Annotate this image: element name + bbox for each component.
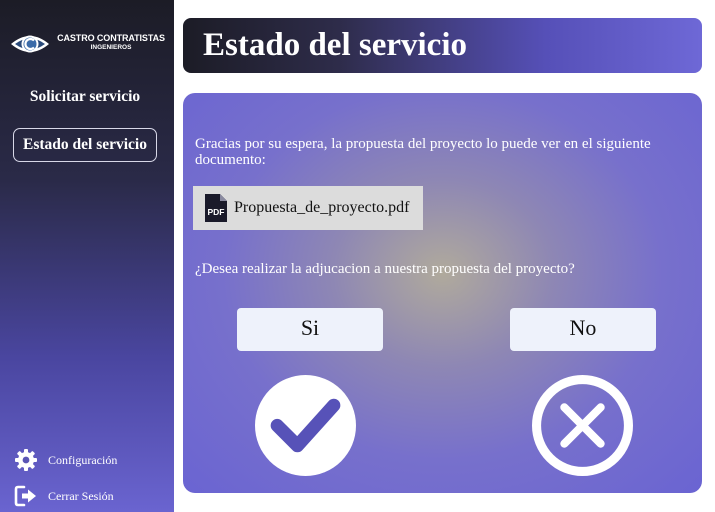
content-panel: Gracias por su espera, la propuesta del … (183, 93, 702, 493)
check-icon[interactable] (255, 375, 356, 476)
logo-name: CASTRO CONTRATISTAS (57, 33, 165, 43)
page-header: Estado del servicio (183, 18, 702, 73)
close-icon[interactable] (532, 375, 633, 476)
pdf-file-name: Propuesta_de_proyecto.pdf (234, 199, 410, 216)
logout-link[interactable]: Cerrar Sesión (14, 484, 114, 508)
proposal-message: Gracias por su espera, la propuesta del … (195, 136, 651, 168)
config-link[interactable]: Configuración (14, 448, 117, 472)
config-label: Configuración (48, 452, 118, 467)
page-title: Estado del servicio (203, 27, 467, 63)
adjudication-question: ¿Desea realizar la adjucacion a nuestra … (195, 261, 575, 277)
nav-estado-del-servicio[interactable]: Estado del servicio (13, 128, 157, 162)
logout-icon (14, 485, 36, 507)
pdf-file-icon: PDF (205, 194, 227, 222)
sidebar: CASTRO CONTRATISTAS INGENIEROS Solicitar… (0, 0, 174, 512)
gear-icon (15, 449, 37, 471)
nav-solicitar-servicio[interactable]: Solicitar servicio (13, 80, 157, 114)
eye-c-logo-icon (11, 35, 49, 53)
logo-subtitle: INGENIEROS (90, 44, 132, 51)
pdf-file-link[interactable]: PDF Propuesta_de_proyecto.pdf (193, 186, 423, 230)
company-logo: CASTRO CONTRATISTAS INGENIEROS (10, 30, 170, 58)
logout-label: Cerrar Sesión (48, 488, 114, 503)
svg-text:PDF: PDF (208, 207, 225, 217)
no-button[interactable]: No (510, 308, 656, 351)
yes-button[interactable]: Si (237, 308, 383, 351)
